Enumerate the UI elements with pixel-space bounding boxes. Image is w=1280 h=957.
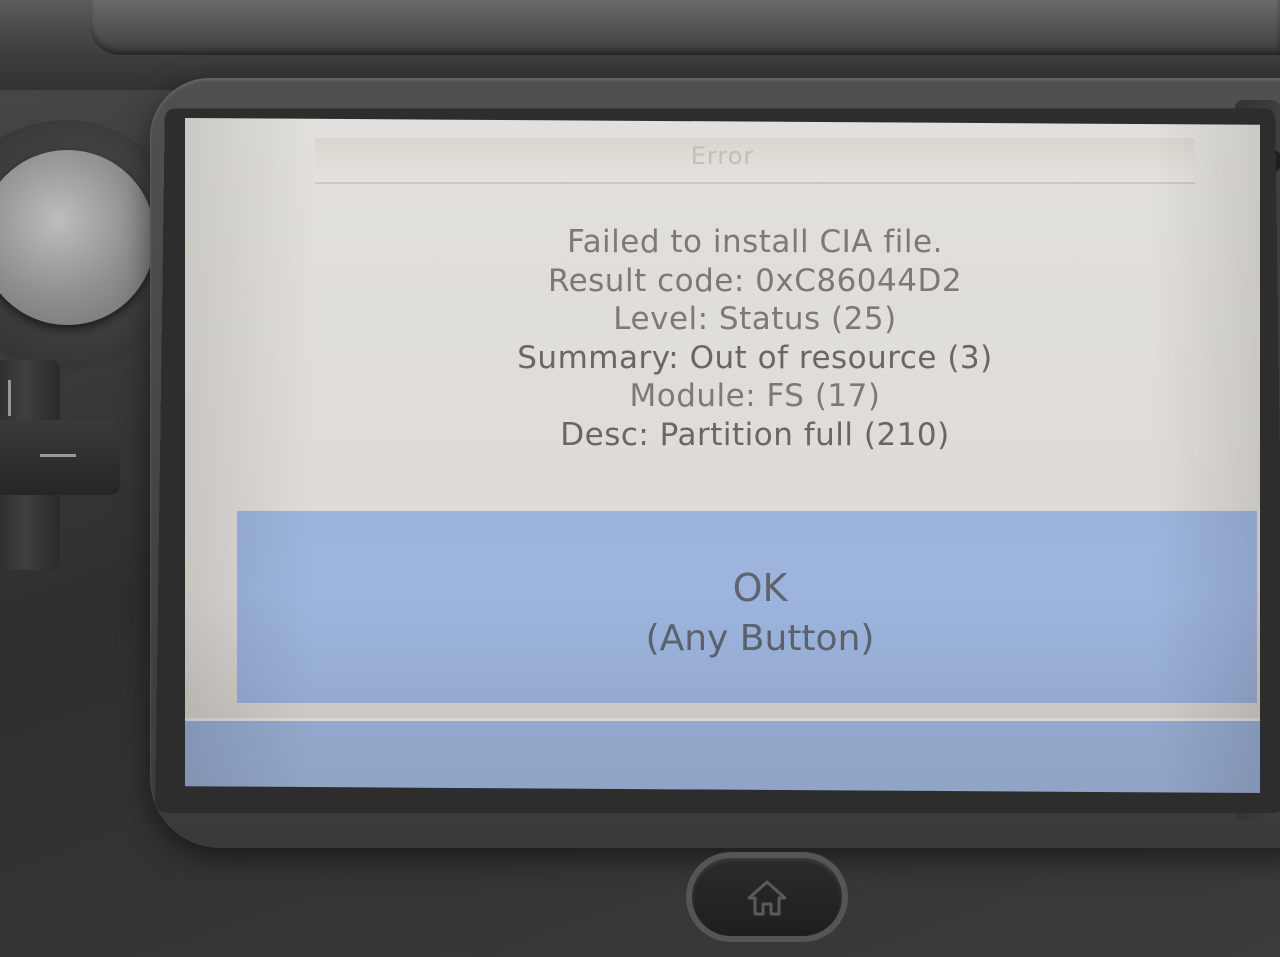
dpad-horizontal[interactable] <box>0 420 120 495</box>
home-icon <box>747 880 787 916</box>
error-line-module: Module: FS (17) <box>629 378 881 414</box>
dialog-title: Error <box>690 142 755 170</box>
device-hinge <box>90 0 1280 55</box>
error-line-desc: Desc: Partition full (210) <box>560 416 950 453</box>
bottom-bar <box>185 718 1260 793</box>
ok-button-hint[interactable]: (Any Button) <box>185 618 1260 659</box>
touch-screen: Error Failed to install CIA file. Result… <box>185 118 1260 793</box>
error-message: Failed to install CIA file. Result code:… <box>185 223 1260 454</box>
ok-button-label[interactable]: OK <box>185 566 1260 610</box>
error-line-level: Level: Status (25) <box>613 301 897 337</box>
dpad-up-mark <box>8 380 11 416</box>
error-line-failed: Failed to install CIA file. <box>567 224 943 260</box>
dpad-left-mark <box>40 454 76 457</box>
error-line-summary: Summary: Out of resource (3) <box>517 339 993 376</box>
error-line-result-code: Result code: 0xC86044D2 <box>547 262 963 299</box>
